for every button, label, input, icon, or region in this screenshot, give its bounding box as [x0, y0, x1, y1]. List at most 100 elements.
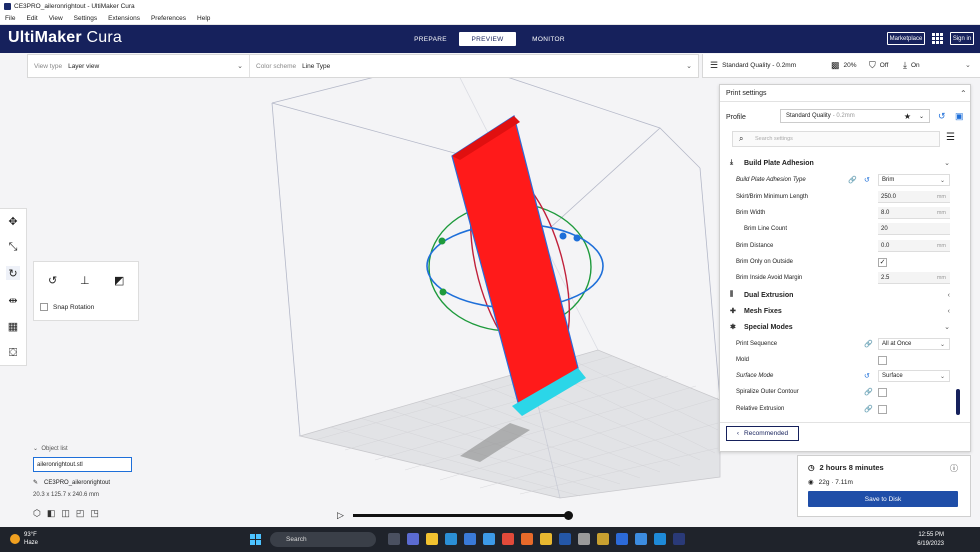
word-icon[interactable]	[616, 533, 628, 545]
object-name-row[interactable]: ✎ CE3PRO_aileronrightout	[33, 479, 110, 487]
notes-icon[interactable]	[540, 533, 552, 545]
print-sequence-select[interactable]: All at Once ⌄	[878, 338, 950, 350]
menu-settings[interactable]: Settings	[74, 15, 98, 22]
menu-preferences[interactable]: Preferences	[151, 15, 186, 22]
chrome-icon[interactable]	[502, 533, 514, 545]
layer-slider-handle[interactable]	[564, 511, 573, 520]
mold-checkbox[interactable]	[878, 355, 887, 365]
app-icon[interactable]	[521, 533, 533, 545]
link-icon[interactable]: 🔗	[864, 388, 873, 396]
skirt-min-length-input[interactable]: 250.0 mm	[878, 191, 950, 203]
snap-rotation-option[interactable]: Snap Rotation	[40, 303, 94, 311]
brim-line-count-input[interactable]: 20	[878, 223, 950, 235]
object-filename-field[interactable]: aileronrightout.stl	[33, 457, 132, 472]
view-3d-icon[interactable]: ⬡	[33, 508, 41, 519]
view-left-icon[interactable]: ◰	[76, 508, 85, 519]
blue-ring-handle[interactable]	[573, 234, 581, 242]
settings-search-input[interactable]: Search settings	[732, 131, 940, 147]
color-scheme-select[interactable]: Color scheme Line Type ⌄	[250, 55, 698, 77]
collapse-icon[interactable]: ⌃	[960, 89, 967, 98]
brim-only-outside-checkbox[interactable]: ✓	[878, 257, 887, 267]
teams-icon[interactable]	[407, 533, 419, 545]
app-icon[interactable]	[597, 533, 609, 545]
signin-button[interactable]: Sign in	[950, 32, 974, 45]
save-to-disk-button[interactable]: Save to Disk	[808, 491, 958, 507]
reset-profile-icon[interactable]: ↺	[938, 111, 946, 122]
category-dual-extrusion[interactable]: ⫼ Dual Extrusion ‹	[730, 288, 950, 302]
tab-preview[interactable]: PREVIEW	[459, 32, 516, 46]
mail-icon[interactable]	[483, 533, 495, 545]
support-blocker-icon[interactable]: ⛋	[6, 346, 20, 360]
scale-tool-icon[interactable]: ⤡	[6, 240, 20, 254]
field-value: 8.0	[881, 209, 890, 216]
view-top-icon[interactable]: ◫	[61, 508, 70, 519]
tab-prepare[interactable]: PREPARE	[402, 32, 459, 46]
brim-inside-margin-input[interactable]: 2.5 mm	[878, 272, 950, 284]
info-icon[interactable]: ⓘ	[950, 463, 958, 474]
color-scheme-label: Color scheme	[256, 62, 297, 70]
tab-monitor[interactable]: MONITOR	[520, 32, 577, 46]
settings-scrollbar[interactable]	[956, 389, 960, 415]
green-ring-handle[interactable]	[438, 237, 446, 245]
file-explorer-icon[interactable]	[426, 533, 438, 545]
green-ring-handle[interactable]	[439, 288, 447, 296]
lay-flat-icon[interactable]: ⊥	[80, 274, 90, 287]
app-icon[interactable]	[578, 533, 590, 545]
view-type-select[interactable]: View type Layer view ⌄	[28, 55, 250, 77]
rotate-tool-icon[interactable]: ↻	[6, 266, 20, 280]
link-icon[interactable]: 🔗	[864, 405, 873, 413]
adhesion-type-select[interactable]: Brim ⌄	[878, 174, 950, 186]
app-icon[interactable]	[654, 533, 666, 545]
revit-icon[interactable]	[559, 533, 571, 545]
system-clock[interactable]: 12:55 PM 6/19/2023	[906, 531, 944, 549]
surface-mode-select[interactable]: Surface ⌄	[878, 370, 950, 382]
apps-grid-icon[interactable]	[932, 33, 943, 44]
menu-view[interactable]: View	[49, 15, 63, 22]
menu-edit[interactable]: Edit	[26, 15, 37, 22]
link-icon[interactable]: 🔗	[848, 176, 857, 184]
category-build-plate-adhesion[interactable]: ⤓ Build Plate Adhesion ⌄	[730, 156, 950, 170]
taskbar-search[interactable]: Search	[270, 532, 376, 547]
weather-widget[interactable]: 93°F Haze	[10, 531, 38, 547]
relative-extrusion-checkbox[interactable]	[878, 404, 887, 414]
store-icon[interactable]	[464, 533, 476, 545]
photoshop-icon[interactable]	[673, 533, 685, 545]
camera-views: ⬡ ◧ ◫ ◰ ◳	[33, 508, 99, 519]
snap-rotation-checkbox[interactable]	[40, 303, 48, 311]
edge-icon[interactable]	[445, 533, 457, 545]
layer-slider-track[interactable]	[353, 514, 569, 517]
marketplace-button[interactable]: Marketplace	[887, 32, 925, 45]
profile-select[interactable]: Standard Quality - 0.2mm ★ ⌄	[780, 109, 930, 123]
spiralize-checkbox[interactable]	[878, 387, 887, 397]
menu-extensions[interactable]: Extensions	[108, 15, 140, 22]
menu-file[interactable]: File	[5, 15, 15, 22]
reset-icon[interactable]: ↺	[864, 372, 870, 380]
play-simulation-icon[interactable]: ▷	[337, 510, 344, 521]
brim-distance-input[interactable]: 0.0 mm	[878, 240, 950, 252]
category-mesh-fixes[interactable]: ✚ Mesh Fixes ‹	[730, 304, 950, 318]
category-special-modes[interactable]: ✱ Special Modes ⌄	[730, 320, 950, 334]
print-setup-summary[interactable]: ☰ Standard Quality - 0.2mm ▩ 20% ⛉ Off ⤓…	[702, 54, 980, 78]
reset-rotation-icon[interactable]: ↺	[48, 274, 57, 287]
model-layers[interactable]	[451, 115, 579, 411]
menu-help[interactable]: Help	[197, 15, 210, 22]
object-list-toggle[interactable]: ⌄ Object list	[33, 445, 68, 452]
reset-icon[interactable]: ↺	[864, 176, 870, 184]
settings-menu-icon[interactable]: ☰	[946, 132, 955, 143]
mirror-tool-icon[interactable]: ⇹	[6, 293, 20, 307]
save-profile-icon[interactable]: ▣	[955, 111, 964, 122]
task-view-icon[interactable]	[388, 533, 400, 545]
recommended-button[interactable]: ‹ Recommended	[726, 426, 799, 441]
per-model-settings-icon[interactable]: ▦	[6, 319, 20, 333]
view-front-icon[interactable]: ◧	[47, 508, 56, 519]
move-tool-icon[interactable]: ✥	[6, 214, 20, 228]
star-icon[interactable]: ★	[904, 112, 911, 121]
field-value: All at Once	[882, 341, 912, 347]
cura-taskbar-icon[interactable]	[635, 533, 647, 545]
brim-width-input[interactable]: 8.0 mm	[878, 207, 950, 219]
link-icon[interactable]: 🔗	[864, 340, 873, 348]
select-face-icon[interactable]: ◩	[114, 274, 124, 287]
view-right-icon[interactable]: ◳	[90, 508, 99, 519]
start-button-icon[interactable]	[250, 534, 261, 545]
blue-ring-handle[interactable]	[559, 232, 567, 240]
